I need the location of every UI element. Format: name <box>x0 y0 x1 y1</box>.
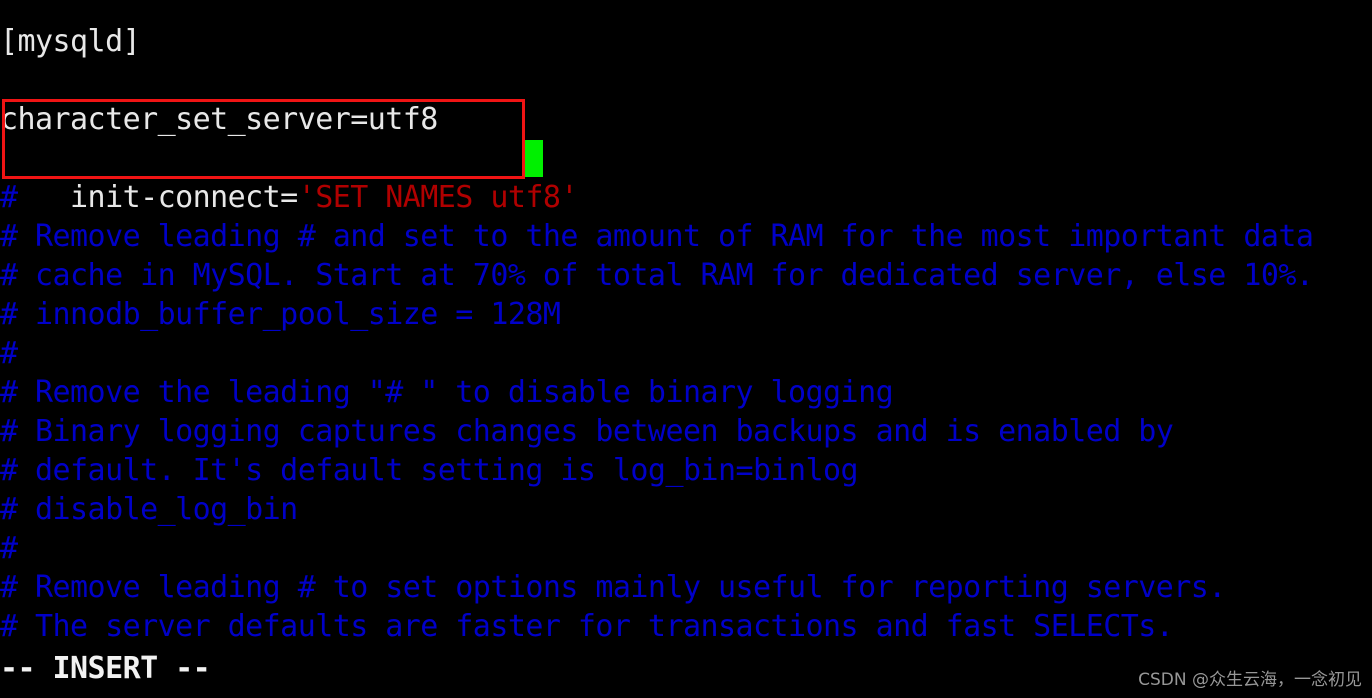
comment-line: # Remove leading # to set options mainly… <box>0 570 1226 605</box>
comment-line: # innodb_buffer_pool_size = 128M <box>0 297 561 332</box>
comment-line: # default. It's default setting is log_b… <box>0 453 859 488</box>
csdn-watermark: CSDN @众生云海，一念初见 <box>1138 670 1362 690</box>
comment-line: # <box>0 336 18 371</box>
terminal-window[interactable]: [mysqld] character_set_server=utf8 init-… <box>0 0 1372 698</box>
text-cursor <box>525 140 543 177</box>
vim-mode-status: -- INSERT -- <box>0 651 211 686</box>
comment-line: # Remove leading # and set to the amount… <box>0 219 1314 254</box>
comment-line: # The server defaults are faster for tra… <box>0 609 1174 644</box>
comment-line: # Remove the leading "# " to disable bin… <box>0 375 894 410</box>
config-line-init-connect[interactable]: init-connect='SET NAMES utf8' <box>0 139 578 215</box>
comment-line: # cache in MySQL. Start at 70% of total … <box>0 258 1314 293</box>
init-connect-key: init-connect= <box>70 180 298 215</box>
init-connect-value: 'SET NAMES utf8' <box>297 180 579 215</box>
config-line-character-set-server[interactable]: character_set_server=utf8 <box>0 100 438 139</box>
comment-line: # Binary logging captures changes betwee… <box>0 414 1174 449</box>
comment-line: # <box>0 531 18 566</box>
comment-line: # <box>0 180 18 215</box>
config-section-header: [mysqld] <box>0 24 141 59</box>
comment-line: # disable_log_bin <box>0 492 298 527</box>
